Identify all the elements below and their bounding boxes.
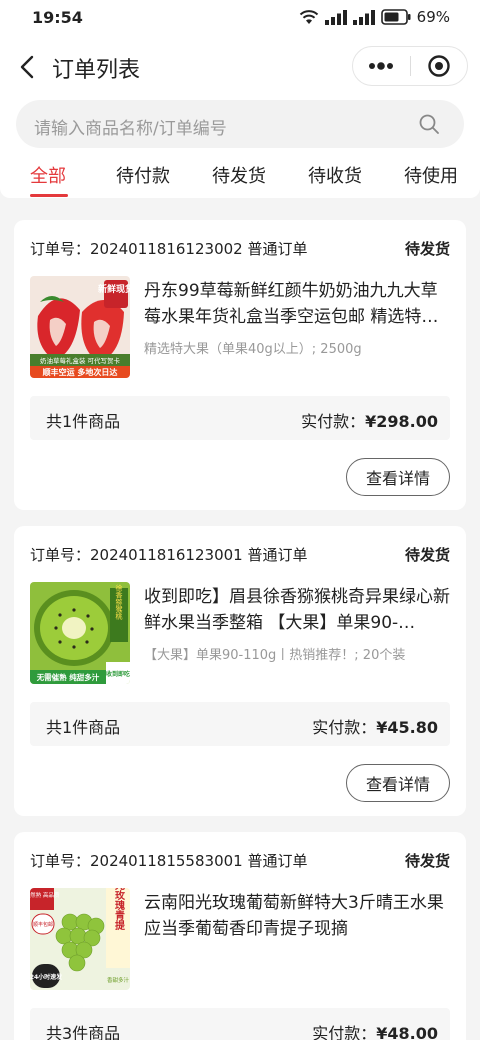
amount-value: ¥48.00 — [376, 1024, 438, 1040]
search-bar[interactable]: 请输入商品名称/订单编号 — [16, 100, 464, 148]
amount-value: ¥298.00 — [365, 412, 438, 431]
product-title[interactable]: 丹东99草莓新鲜红颜牛奶奶油九九大草莓水果年货礼盒当季空运包邮 精选特… — [144, 278, 450, 330]
thumb-banner-text: 顺丰空运 多地次日达 — [43, 367, 118, 377]
paid-amount: 实付款：¥48.00 — [312, 1020, 438, 1040]
amount-value: ¥45.80 — [376, 718, 438, 737]
product-title[interactable]: 收到即吃】眉县徐香猕猴桃奇异果绿心新鲜水果当季整箱 【大果】单果90-… — [144, 584, 450, 636]
paid-label: 实付款： — [301, 412, 366, 431]
miniprogram-capsule — [352, 46, 468, 86]
active-tab-indicator — [30, 194, 68, 197]
product-thumbnail[interactable]: 徐香猕猴桃 无需催熟 纯甜多汁 收到即吃 — [30, 582, 130, 684]
kiwi-image: 徐香猕猴桃 无需催熟 纯甜多汁 收到即吃 — [30, 582, 130, 684]
grape-image: 自然熟 高品质 顺丰包邮 阳光玫瑰青提 24小时速发 香甜多汁 — [30, 888, 130, 990]
view-details-button[interactable]: 查看详情 — [346, 458, 450, 496]
view-details-button[interactable]: 查看详情 — [346, 764, 450, 802]
thumb-corner-text: 收到即吃 — [106, 670, 130, 678]
top-header: 19:54 69% 订单列表 请输入商品名称/订单编号 全部 待付款 待发货 待… — [0, 0, 480, 198]
order-card: 订单号：2024011816123001 普通订单 待发货 徐香猕猴桃 无需催熟… — [14, 526, 466, 816]
item-count: 共1件商品 — [46, 718, 121, 737]
thumb-vertical-text: 徐香猕猴桃 — [115, 584, 123, 621]
strawberry-image: 新鲜现货 奶油草莓礼盒装 可代写贺卡 顺丰空运 多地次日达 — [30, 276, 130, 378]
thumb-banner-text: 无需催熟 纯甜多汁 — [36, 672, 100, 682]
thumb-caption-text: 香甜多汁 — [107, 976, 130, 984]
order-summary: 共1件商品 实付款：¥298.00 — [30, 396, 450, 440]
thumb-badge-text: 自然熟 高品质 — [30, 891, 60, 899]
status-time: 19:54 — [32, 8, 83, 27]
tab-pending-use[interactable]: 待使用 — [404, 162, 458, 188]
tab-pending-payment[interactable]: 待付款 — [116, 162, 170, 188]
page-title: 订单列表 — [52, 58, 141, 83]
signal-icon-2 — [352, 9, 375, 25]
paid-amount: 实付款：¥298.00 — [301, 408, 438, 432]
status-bar: 19:54 69% — [0, 0, 480, 38]
nav-bar: 订单列表 — [0, 44, 480, 90]
product-title[interactable]: 云南阳光玫瑰葡萄新鲜特大3斤晴王水果应当季葡萄香印青提子现摘 — [144, 890, 450, 942]
order-status: 待发货 — [404, 240, 450, 258]
signal-icon — [324, 9, 347, 25]
search-input[interactable]: 请输入商品名称/订单编号 — [34, 114, 227, 139]
order-status: 待发货 — [404, 546, 450, 564]
product-spec: 精选特大果（单果40g以上）; 2500g — [144, 342, 362, 357]
battery-level: 69% — [416, 8, 450, 26]
order-tabs: 全部 待付款 待发货 待收货 待使用 — [0, 160, 480, 198]
paid-label: 实付款： — [312, 718, 377, 737]
thumb-24h-text: 24小时速发 — [30, 973, 62, 981]
paid-amount: 实付款：¥45.80 — [312, 714, 438, 738]
thumb-caption-text: 奶油草莓礼盒装 可代写贺卡 — [40, 356, 121, 365]
product-thumbnail[interactable]: 新鲜现货 奶油草莓礼盒装 可代写贺卡 顺丰空运 多地次日达 — [30, 276, 130, 378]
thumb-shipping-text: 顺丰包邮 — [33, 921, 53, 928]
status-icons: 69% — [299, 8, 450, 26]
chevron-left-icon — [20, 55, 34, 79]
order-status: 待发货 — [404, 852, 450, 870]
order-number: 订单号：2024011816123001 普通订单 — [30, 546, 308, 564]
paid-label: 实付款： — [312, 1024, 377, 1040]
wifi-icon — [299, 10, 318, 24]
more-button[interactable] — [353, 47, 410, 85]
target-close-icon — [428, 55, 450, 77]
order-number: 订单号：2024011815583001 普通订单 — [30, 852, 308, 870]
back-button[interactable] — [14, 52, 40, 82]
close-miniprogram-button[interactable] — [411, 47, 468, 85]
order-summary: 共3件商品 实付款：¥48.00 — [30, 1008, 450, 1040]
order-summary: 共1件商品 实付款：¥45.80 — [30, 702, 450, 746]
order-number: 订单号：2024011816123002 普通订单 — [30, 240, 308, 258]
tab-pending-shipment[interactable]: 待发货 — [212, 162, 266, 188]
more-dots-icon — [369, 62, 394, 70]
tab-all[interactable]: 全部 — [30, 162, 66, 188]
thumb-badge-text: 新鲜现货 — [98, 283, 130, 295]
tab-pending-receipt[interactable]: 待收货 — [308, 162, 362, 188]
battery-icon — [380, 9, 411, 25]
item-count: 共3件商品 — [46, 1024, 121, 1040]
item-count: 共1件商品 — [46, 412, 121, 431]
order-card: 订单号：2024011815583001 普通订单 待发货 自然熟 高品质 顺丰… — [14, 832, 466, 1040]
search-icon[interactable] — [418, 113, 440, 135]
product-spec: 【大果】单果90-110g丨热销推荐！; 20个装 — [144, 648, 406, 663]
order-card: 订单号：2024011816123002 普通订单 待发货 新鲜现货 奶油草莓礼… — [14, 220, 466, 510]
product-thumbnail[interactable]: 自然熟 高品质 顺丰包邮 阳光玫瑰青提 24小时速发 香甜多汁 — [30, 888, 130, 990]
